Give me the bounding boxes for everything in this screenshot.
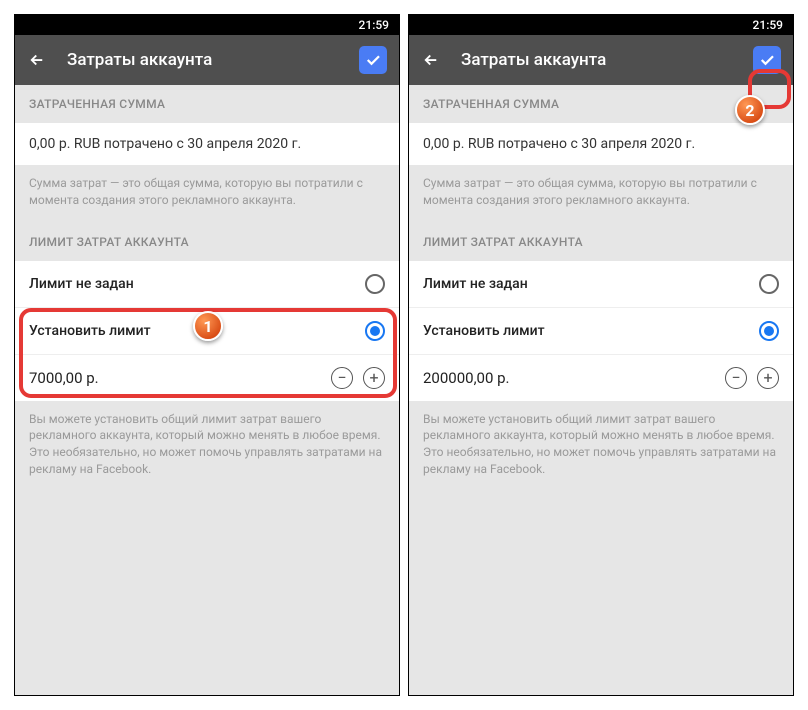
- no-limit-label: Лимит не задан: [423, 276, 528, 292]
- set-limit-label: Установить лимит: [423, 323, 545, 339]
- status-time: 21:59: [753, 18, 783, 32]
- back-icon[interactable]: [421, 50, 441, 70]
- limit-value: 200000,00 р.: [423, 369, 510, 387]
- annotation-marker-1: 1: [193, 311, 223, 341]
- limit-value: 7000,00 р.: [29, 369, 99, 387]
- minus-button[interactable]: −: [331, 367, 353, 389]
- status-time: 21:59: [359, 18, 389, 32]
- limit-value-row: 7000,00 р. − +: [15, 355, 399, 401]
- no-limit-option[interactable]: Лимит не задан: [15, 261, 399, 308]
- page-title: Затраты аккаунта: [461, 50, 733, 70]
- limit-description: Вы можете установить общий лимит затрат …: [15, 401, 399, 492]
- page-title: Затраты аккаунта: [67, 50, 339, 70]
- radio-unselected-icon: [759, 274, 779, 294]
- no-limit-label: Лимит не задан: [29, 276, 134, 292]
- radio-unselected-icon: [365, 274, 385, 294]
- spent-value-row: 0,00 р. RUB потрачено с 30 апреля 2020 г…: [15, 123, 399, 165]
- spent-section-header: ЗАТРАЧЕННАЯ СУММА: [15, 85, 399, 123]
- limit-section-header: ЛИМИТ ЗАТРАТ АККАУНТА: [15, 223, 399, 261]
- status-bar: 21:59: [409, 15, 793, 35]
- plus-button[interactable]: +: [363, 367, 385, 389]
- radio-selected-icon: [365, 321, 385, 341]
- app-header: Затраты аккаунта: [409, 35, 793, 85]
- spent-value-row: 0,00 р. RUB потрачено с 30 апреля 2020 г…: [409, 123, 793, 165]
- minus-button[interactable]: −: [725, 367, 747, 389]
- set-limit-label: Установить лимит: [29, 323, 151, 339]
- limit-description: Вы можете установить общий лимит затрат …: [409, 401, 793, 492]
- spent-value: 0,00 р. RUB потрачено с 30 апреля 2020 г…: [423, 136, 695, 152]
- status-bar: 21:59: [15, 15, 399, 35]
- radio-selected-icon: [759, 321, 779, 341]
- back-icon[interactable]: [27, 50, 47, 70]
- limit-section-header: ЛИМИТ ЗАТРАТ АККАУНТА: [409, 223, 793, 261]
- phone-screen-right: 21:59 Затраты аккаунта ЗАТРАЧЕННАЯ СУММА…: [408, 14, 794, 696]
- spent-description: Сумма затрат — это общая сумма, которую …: [409, 165, 793, 223]
- limit-value-row: 200000,00 р. − +: [409, 355, 793, 401]
- annotation-marker-2: 2: [735, 95, 765, 125]
- plus-button[interactable]: +: [757, 367, 779, 389]
- spent-value: 0,00 р. RUB потрачено с 30 апреля 2020 г…: [29, 136, 301, 152]
- app-header: Затраты аккаунта: [15, 35, 399, 85]
- confirm-button[interactable]: [359, 46, 387, 74]
- spent-description: Сумма затрат — это общая сумма, которую …: [15, 165, 399, 223]
- stepper-buttons: − +: [725, 367, 779, 389]
- set-limit-option[interactable]: Установить лимит: [409, 308, 793, 355]
- no-limit-option[interactable]: Лимит не задан: [409, 261, 793, 308]
- phone-screen-left: 21:59 Затраты аккаунта ЗАТРАЧЕННАЯ СУММА…: [14, 14, 400, 696]
- stepper-buttons: − +: [331, 367, 385, 389]
- confirm-button[interactable]: [753, 46, 781, 74]
